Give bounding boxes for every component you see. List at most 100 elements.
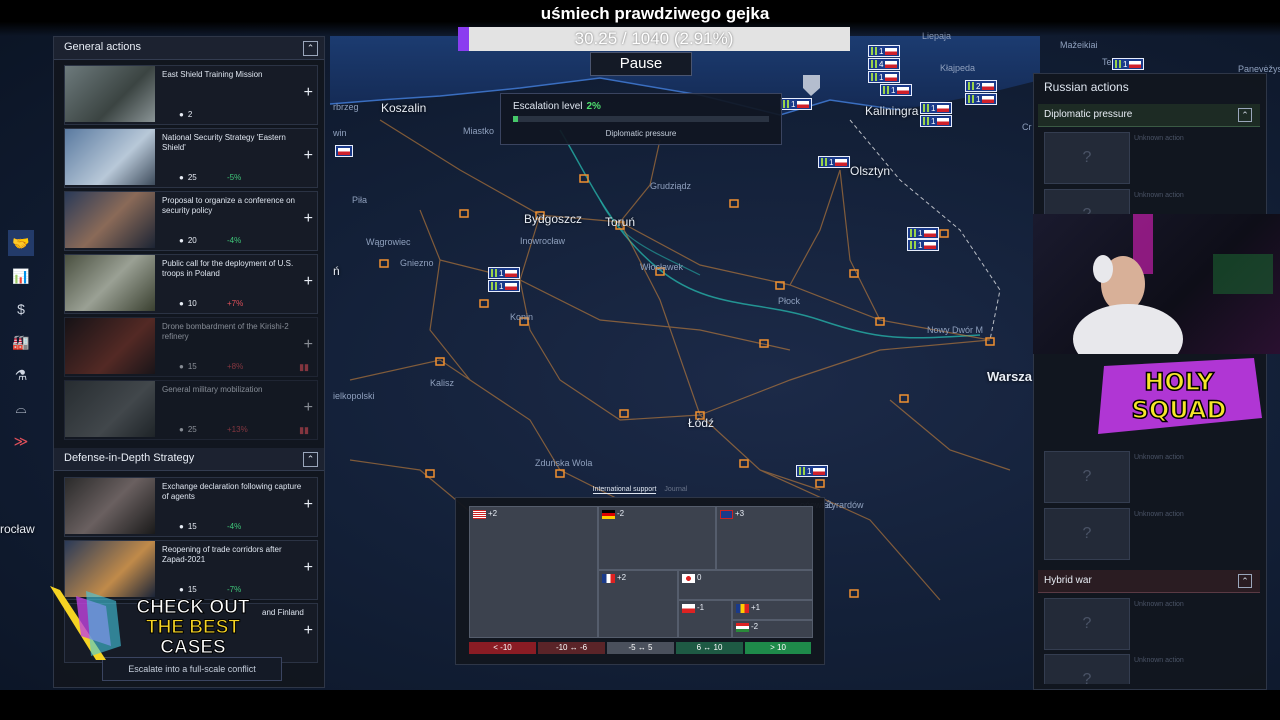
action-card[interactable]: National Security Strategy 'Eastern Shie…: [64, 128, 318, 188]
nato-unit-marker[interactable]: 4: [868, 58, 901, 70]
question-mark-icon: ?: [1044, 598, 1130, 650]
add-action-icon[interactable]: +: [304, 622, 313, 640]
support-value: -1: [697, 603, 705, 612]
tab-journal[interactable]: Journal: [664, 486, 687, 493]
tab-international-support[interactable]: International support: [592, 486, 657, 494]
town-label: win: [333, 128, 347, 138]
chevron-up-icon[interactable]: ⌃: [303, 41, 318, 56]
add-action-icon[interactable]: +: [304, 336, 313, 354]
country-cell-korea[interactable]: 0: [678, 570, 813, 600]
action-cost: 15: [179, 362, 197, 371]
action-title: Exchange declaration following capture o…: [162, 482, 302, 501]
action-card[interactable]: General military mobilization 25 +13% ▮▮…: [64, 380, 318, 440]
action-title: Proposal to organize a conference on sec…: [162, 196, 295, 215]
add-action-icon[interactable]: +: [304, 559, 313, 577]
section-header[interactable]: Diplomatic pressure ⌃: [1038, 104, 1260, 127]
action-card[interactable]: Public call for the deployment of U.S. t…: [64, 254, 318, 314]
town-label: rocław: [0, 522, 35, 536]
nato-unit-marker[interactable]: 1: [868, 45, 901, 57]
action-title: Reopening of trade corridors after Zapad…: [162, 545, 282, 564]
section-header[interactable]: General actions ⌃: [54, 37, 324, 60]
unknown-action-card[interactable]: ? Unknown action: [1044, 132, 1254, 184]
streamer-webcam: [1033, 214, 1280, 354]
add-action-icon[interactable]: +: [304, 210, 313, 228]
helmet-icon[interactable]: ⌓: [8, 395, 34, 421]
logo-line: HOLY: [1144, 368, 1214, 396]
city-label[interactable]: Toruń: [605, 215, 635, 229]
flask-icon[interactable]: ⚗: [8, 362, 34, 388]
nato-unit-marker[interactable]: 2: [965, 80, 998, 92]
nato-unit-marker[interactable]: 1: [1112, 58, 1145, 70]
nato-unit-marker[interactable]: 1: [920, 115, 953, 127]
unknown-label: Unknown action: [1134, 601, 1184, 608]
legend-item: -5 ↔ 5: [607, 642, 674, 654]
handshake-icon[interactable]: 🤝: [8, 230, 34, 256]
escalation-label: Escalation level: [513, 101, 583, 112]
support-value: +2: [617, 573, 627, 582]
factory-icon[interactable]: 🏭: [8, 329, 34, 355]
city-label[interactable]: Olsztyn: [850, 164, 890, 178]
germany-flag-icon: [602, 510, 615, 519]
unknown-label: Unknown action: [1134, 135, 1184, 142]
nato-unit-marker[interactable]: 1: [965, 93, 998, 105]
section-header[interactable]: Hybrid war ⌃: [1038, 570, 1260, 593]
chart-icon[interactable]: 📊: [8, 263, 34, 289]
nato-unit-marker[interactable]: 1: [907, 227, 940, 239]
legend-item: -10 ↔ -6: [538, 642, 605, 654]
unknown-action-card[interactable]: ? Unknown action: [1044, 508, 1254, 560]
action-card[interactable]: East Shield Training Mission 2 +: [64, 65, 318, 125]
nato-unit-marker[interactable]: 1: [880, 84, 913, 96]
action-card[interactable]: Exchange declaration following capture o…: [64, 477, 318, 537]
pause-button[interactable]: Pause: [590, 52, 692, 76]
action-cost: 25: [179, 425, 197, 434]
add-action-icon[interactable]: +: [304, 147, 313, 165]
city-label[interactable]: Warsza: [987, 369, 1032, 384]
unknown-action-card[interactable]: ? Unknown action: [1044, 451, 1254, 503]
escalation-panel[interactable]: Escalation level 2% Diplomatic pressure: [500, 93, 782, 145]
escalation-value: 2%: [586, 101, 601, 112]
dollar-icon[interactable]: $: [8, 296, 34, 322]
action-effect: +13%: [227, 425, 248, 434]
country-cell-hungary[interactable]: -2: [732, 620, 813, 638]
chevron-up-icon[interactable]: ⌃: [1238, 574, 1252, 588]
city-label[interactable]: Bydgoszcz: [524, 212, 582, 226]
nato-unit-marker[interactable]: 1: [488, 280, 521, 292]
action-card[interactable]: Drone bombardment of the Kirishi-2 refin…: [64, 317, 318, 377]
unknown-action-card[interactable]: ? Unknown action: [1044, 598, 1254, 650]
action-card[interactable]: Proposal to organize a conference on sec…: [64, 191, 318, 251]
city-label[interactable]: Łódź: [688, 416, 714, 430]
nato-unit-marker[interactable]: 1: [920, 102, 953, 114]
nato-unit-marker[interactable]: 1: [796, 465, 829, 477]
rank-chevron-icon[interactable]: ≫: [8, 428, 34, 454]
town-label: rbrzeg: [333, 102, 359, 112]
nato-unit-marker[interactable]: 1: [780, 98, 813, 110]
question-mark-icon: ?: [1044, 654, 1130, 684]
country-cell-usa[interactable]: +2: [469, 506, 598, 638]
country-cell-france[interactable]: +2: [598, 570, 678, 638]
donation-goal-bar: 30.25 / 1040 (2.91%): [458, 27, 850, 51]
nato-unit-marker[interactable]: 1: [868, 71, 901, 83]
country-cell-germany[interactable]: -2: [598, 506, 716, 570]
action-effect: +8%: [227, 362, 244, 371]
ad-text: CHECK OUT THE BEST CASES: [128, 597, 258, 658]
city-label[interactable]: Koszalin: [381, 101, 426, 115]
escalate-conflict-button[interactable]: Escalate into a full-scale conflict: [102, 657, 282, 681]
add-action-icon[interactable]: +: [304, 399, 313, 417]
add-action-icon[interactable]: +: [304, 273, 313, 291]
nato-unit-marker[interactable]: 1: [488, 267, 521, 279]
unknown-action-card[interactable]: ? Unknown action: [1044, 654, 1254, 684]
chevron-up-icon[interactable]: ⌃: [303, 452, 318, 467]
section-title: Hybrid war: [1044, 575, 1092, 586]
section-header[interactable]: Defense-in-Depth Strategy ⌃: [54, 448, 324, 471]
add-action-icon[interactable]: +: [304, 84, 313, 102]
country-cell-uk[interactable]: +3: [716, 506, 813, 570]
country-cell-czechia[interactable]: -1: [678, 600, 732, 638]
nato-unit-marker[interactable]: 1: [907, 239, 940, 251]
city-label[interactable]: Kaliningra: [865, 104, 918, 118]
chevron-up-icon[interactable]: ⌃: [1238, 108, 1252, 122]
add-action-icon[interactable]: +: [304, 496, 313, 514]
nato-unit-marker[interactable]: [335, 145, 353, 157]
town-label: Cr: [1022, 122, 1032, 132]
nato-unit-marker[interactable]: 1: [818, 156, 851, 168]
country-cell-romania[interactable]: +1: [732, 600, 813, 620]
